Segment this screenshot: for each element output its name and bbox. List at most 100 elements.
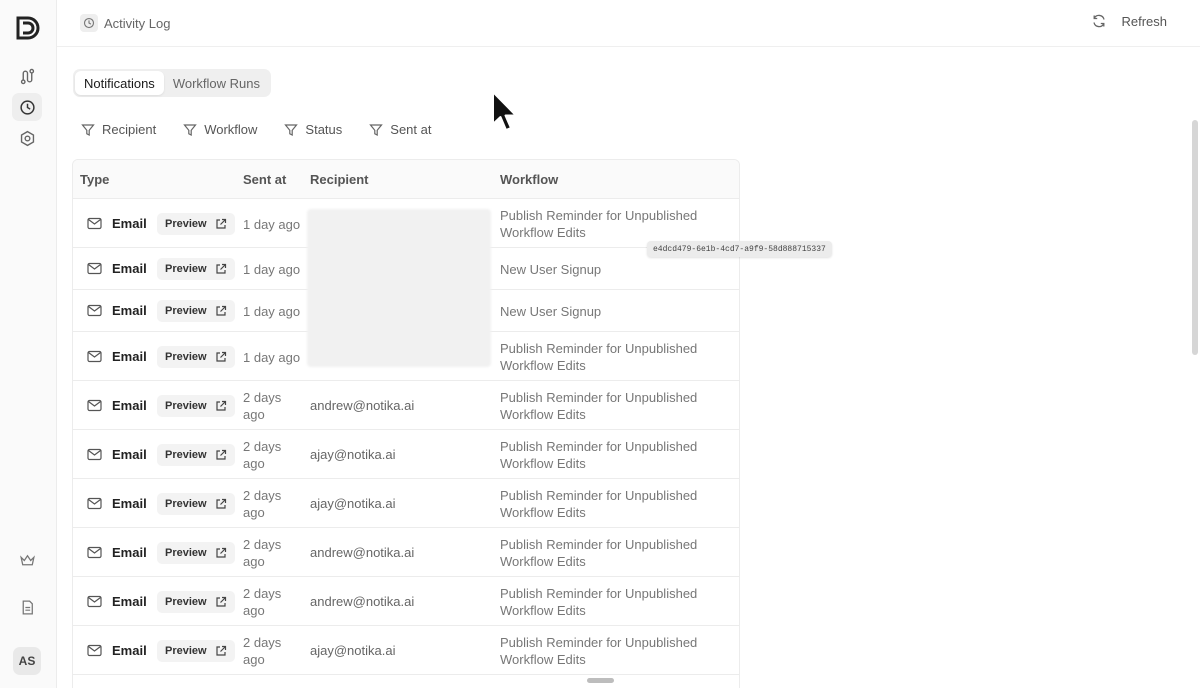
sidebar: AS <box>0 0 57 688</box>
sent-at-cell: 2 days ago <box>243 390 282 422</box>
filter-workflow[interactable]: Workflow <box>183 122 257 137</box>
column-header-recipient[interactable]: Recipient <box>310 172 369 187</box>
column-header-sent-at[interactable]: Sent at <box>243 172 286 187</box>
logo-icon[interactable] <box>14 14 42 42</box>
history-icon <box>80 14 98 32</box>
sidebar-item-docs[interactable] <box>12 593 42 621</box>
workflow-cell[interactable]: Publish Reminder for Unpublished Workflo… <box>500 438 730 472</box>
type-label: Email <box>112 545 147 560</box>
type-cell: Email <box>87 216 147 231</box>
workflow-cell[interactable]: Publish Reminder for Unpublished Workflo… <box>500 487 730 521</box>
recipient-cell: andrew@notika.ai <box>310 398 415 413</box>
type-label: Email <box>112 261 147 276</box>
mail-icon <box>87 262 102 275</box>
external-link-icon <box>215 449 226 460</box>
sent-at-cell: 1 day ago <box>243 304 301 319</box>
preview-label: Preview <box>165 218 207 230</box>
type-cell: Email <box>87 496 147 511</box>
preview-button[interactable]: Preview <box>157 640 235 662</box>
preview-button[interactable]: Preview <box>157 346 235 368</box>
workflow-cell[interactable]: New User Signup <box>500 261 730 278</box>
external-link-icon <box>215 218 226 229</box>
filter-recipient[interactable]: Recipient <box>81 122 156 137</box>
mouse-cursor-icon <box>492 91 517 131</box>
type-label: Email <box>112 349 147 364</box>
workflow-cell[interactable]: Publish Reminder for Unpublished Workflo… <box>500 389 730 423</box>
preview-button[interactable]: Preview <box>157 395 235 417</box>
refresh-icon <box>1093 14 1106 28</box>
preview-label: Preview <box>165 263 207 275</box>
type-label: Email <box>112 594 147 609</box>
tab-notifications[interactable]: Notifications <box>75 71 164 95</box>
table-row[interactable]: Email Preview 2 days ago andrew@notika.ai Pu… <box>73 528 739 577</box>
workflow-cell[interactable]: Publish Reminder for Unpublished Workflo… <box>500 207 730 241</box>
sent-at-cell: 2 days ago <box>243 537 282 569</box>
preview-label: Preview <box>165 498 207 510</box>
type-cell: Email <box>87 303 147 318</box>
type-label: Email <box>112 398 147 413</box>
sidebar-item-upgrade[interactable] <box>12 546 42 574</box>
filter-status[interactable]: Status <box>284 122 342 137</box>
document-icon <box>22 599 33 615</box>
filter-icon <box>81 123 95 136</box>
filter-icon <box>183 123 197 136</box>
external-link-icon <box>215 351 226 362</box>
recipient-cell: ajay@notika.ai <box>310 496 396 511</box>
mail-icon <box>87 546 102 559</box>
workflow-cell[interactable]: Publish Reminder for Unpublished Workflo… <box>500 634 730 668</box>
table-row[interactable]: Email Preview 2 days ago andrew@notika.ai Pu… <box>73 381 739 430</box>
filter-label: Sent at <box>390 122 432 137</box>
column-header-type[interactable]: Type <box>80 172 109 187</box>
type-cell: Email <box>87 447 147 462</box>
filter-sent-at[interactable]: Sent at <box>369 122 431 137</box>
type-cell: Email <box>87 261 147 276</box>
external-link-icon <box>215 596 226 607</box>
mail-icon <box>87 595 102 608</box>
external-link-icon <box>215 263 226 274</box>
settings-icon <box>20 130 34 146</box>
redacted-recipient-block <box>307 209 491 367</box>
sidebar-item-activity-log[interactable] <box>12 93 42 121</box>
preview-button[interactable]: Preview <box>157 493 235 515</box>
workflow-icon <box>20 68 34 84</box>
refresh-button[interactable]: Refresh <box>1091 13 1167 29</box>
avatar[interactable]: AS <box>13 647 41 675</box>
type-cell: Email <box>87 349 147 364</box>
crown-icon <box>19 554 35 565</box>
external-link-icon <box>215 645 226 656</box>
preview-button[interactable]: Preview <box>157 542 235 564</box>
column-header-workflow[interactable]: Workflow <box>500 172 558 187</box>
mail-icon <box>87 217 102 230</box>
mail-icon <box>87 497 102 510</box>
page-title: Activity Log <box>104 15 171 31</box>
workflow-cell[interactable]: Publish Reminder for Unpublished Workflo… <box>500 536 730 570</box>
workflow-cell[interactable]: Publish Reminder for Unpublished Workflo… <box>500 340 730 374</box>
workflow-cell[interactable]: Publish Reminder for Unpublished Workflo… <box>500 585 730 619</box>
tab-bar: Notifications Workflow Runs <box>73 69 271 97</box>
tab-workflow-runs[interactable]: Workflow Runs <box>164 71 269 95</box>
table-row[interactable]: Email Preview 2 days ago ajay@notika.ai Publ… <box>73 430 739 479</box>
preview-label: Preview <box>165 305 207 317</box>
table-row[interactable]: Email Preview 2 days ago andrew@notika.ai Pu… <box>73 577 739 626</box>
recipient-cell: ajay@notika.ai <box>310 643 396 658</box>
preview-button[interactable]: Preview <box>157 258 235 280</box>
preview-button[interactable]: Preview <box>157 591 235 613</box>
header: Activity Log Refresh <box>57 0 1200 47</box>
external-link-icon <box>215 400 226 411</box>
preview-button[interactable]: Preview <box>157 300 235 322</box>
filter-label: Status <box>305 122 343 137</box>
sidebar-item-settings[interactable] <box>12 124 42 152</box>
sidebar-item-workflows[interactable] <box>12 62 42 90</box>
scrollbar[interactable] <box>1192 120 1198 355</box>
table-row[interactable]: Email Preview 2 days ago ajay@notika.ai Publ… <box>73 479 739 528</box>
preview-label: Preview <box>165 351 207 363</box>
mail-icon <box>87 644 102 657</box>
workflow-cell[interactable]: New User Signup <box>500 303 730 320</box>
table-row[interactable]: Email Preview 2 days ago ajay@notika.ai Publ… <box>73 626 739 675</box>
history-icon <box>19 99 35 115</box>
resize-handle[interactable] <box>587 678 614 683</box>
preview-button[interactable]: Preview <box>157 444 235 466</box>
recipient-cell: andrew@notika.ai <box>310 594 415 609</box>
filter-label: Recipient <box>102 122 157 137</box>
preview-button[interactable]: Preview <box>157 213 235 235</box>
